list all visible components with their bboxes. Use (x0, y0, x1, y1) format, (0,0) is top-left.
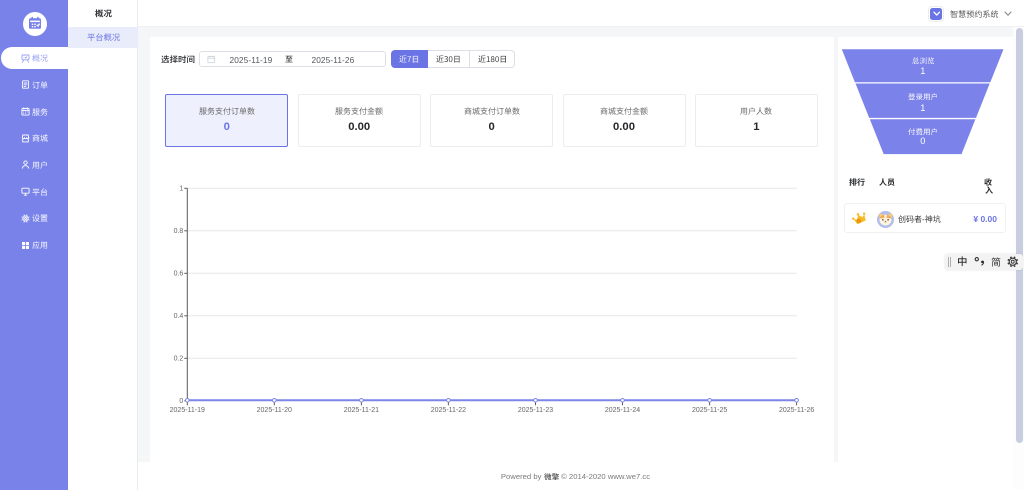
svg-text:0: 0 (179, 398, 183, 405)
svg-text:2025-11-22: 2025-11-22 (431, 407, 466, 414)
svg-text:0.2: 0.2 (174, 356, 184, 363)
svg-text:2025-11-23: 2025-11-23 (518, 407, 553, 414)
svg-text:2025-11-20: 2025-11-20 (257, 407, 292, 414)
svg-text:1: 1 (179, 186, 183, 193)
svg-text:0.6: 0.6 (174, 271, 184, 278)
svg-text:2025-11-21: 2025-11-21 (344, 407, 379, 414)
svg-text:2025-11-25: 2025-11-25 (692, 407, 727, 414)
svg-text:0.8: 0.8 (174, 228, 184, 235)
svg-text:0.4: 0.4 (174, 313, 184, 320)
svg-text:2025-11-24: 2025-11-24 (605, 407, 640, 414)
svg-text:2025-11-19: 2025-11-19 (170, 407, 205, 414)
svg-text:2025-11-26: 2025-11-26 (779, 407, 814, 414)
